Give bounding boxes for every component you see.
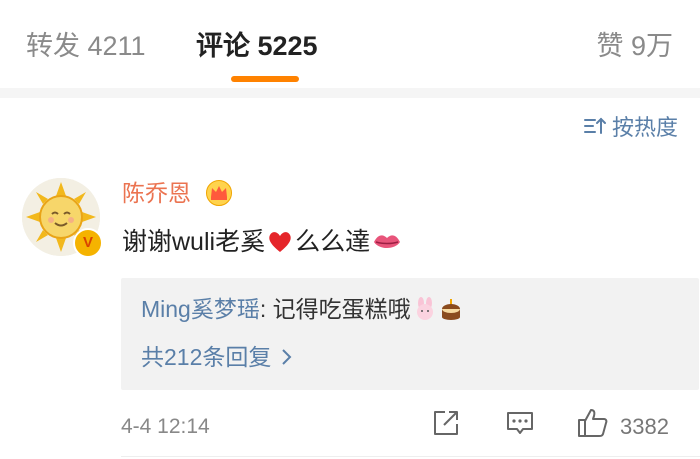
share-icon[interactable]	[431, 408, 461, 438]
tab-repost[interactable]: 转发 4211	[26, 26, 146, 66]
view-more-replies-link[interactable]: 共212条回复	[141, 340, 293, 374]
thumbs-up-icon[interactable]	[576, 406, 610, 440]
sort-icon	[583, 117, 606, 134]
chevron-right-icon	[282, 349, 292, 365]
comment-text-part2: 么么達	[295, 228, 371, 256]
tab-bar: 转发 4211 评论 5225 赞 9万	[0, 0, 700, 88]
comment-icon[interactable]	[505, 408, 535, 438]
comment-text: 谢谢wuli老奚 么么達	[122, 224, 404, 260]
comment-divider	[121, 456, 700, 457]
comment-username[interactable]: 陈乔恩	[122, 177, 191, 209]
reply-text: : 记得吃蛋糕哦	[259, 296, 411, 322]
crown-icon	[206, 180, 232, 206]
reply-item: Ming奚梦瑶 : 记得吃蛋糕哦	[141, 292, 463, 326]
comment-text-part1: 谢谢wuli老奚	[122, 228, 266, 256]
kiss-lips-icon	[374, 235, 401, 248]
comment-timestamp: 4-4 12:14	[121, 415, 210, 438]
sort-label: 按热度	[611, 115, 678, 140]
tab-likes[interactable]: 赞 9万	[596, 26, 673, 66]
active-tab-indicator	[231, 76, 299, 82]
more-replies-label: 共212条回复	[141, 344, 272, 370]
verified-badge: V	[73, 228, 103, 258]
bunny-icon	[416, 297, 433, 320]
sort-by-hot-button[interactable]: 按热度	[583, 112, 678, 140]
reply-preview-box[interactable]: Ming奚梦瑶 : 记得吃蛋糕哦 共212条回复	[121, 278, 699, 390]
like-count: 3382	[620, 414, 669, 439]
heart-icon	[269, 232, 291, 252]
reply-username[interactable]: Ming奚梦瑶	[141, 292, 260, 326]
tab-comments[interactable]: 评论 5225	[196, 26, 318, 66]
section-divider	[0, 88, 700, 98]
cake-icon	[441, 299, 460, 320]
